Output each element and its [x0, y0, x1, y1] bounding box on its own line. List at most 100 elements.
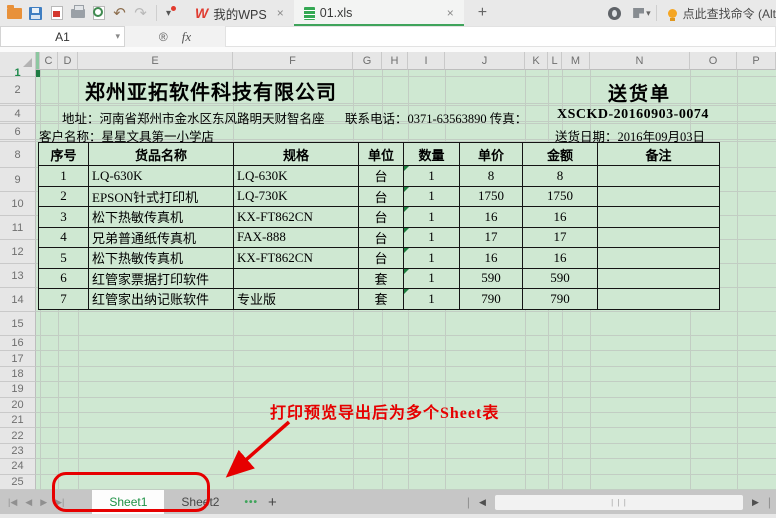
- fx-icon[interactable]: fx: [182, 29, 191, 45]
- cell[interactable]: 590: [460, 268, 523, 289]
- column-header-k[interactable]: K: [525, 52, 548, 70]
- col-header[interactable]: 单位: [359, 143, 404, 166]
- formula-input[interactable]: [225, 26, 776, 47]
- cell[interactable]: 16: [460, 207, 523, 228]
- row-header[interactable]: 4: [0, 106, 36, 122]
- next-sheet-icon[interactable]: ▶: [40, 497, 47, 508]
- scroll-left-icon[interactable]: ◀: [479, 497, 486, 508]
- row-header[interactable]: 11: [0, 216, 36, 240]
- row-header[interactable]: 19: [0, 382, 36, 397]
- column-header-i[interactable]: I: [408, 52, 445, 70]
- cell[interactable]: 16: [523, 207, 598, 228]
- cell[interactable]: 1: [404, 227, 460, 248]
- name-box-caret-icon[interactable]: ▾: [115, 31, 120, 42]
- cell[interactable]: KX-FT862CN: [234, 248, 359, 269]
- cell[interactable]: LQ-730K: [234, 186, 359, 207]
- row-header[interactable]: 24: [0, 459, 36, 474]
- cell[interactable]: 4: [39, 227, 89, 248]
- row-header[interactable]: 1: [0, 70, 36, 77]
- column-header-e[interactable]: E: [78, 52, 233, 70]
- form-title[interactable]: 送货单: [608, 79, 671, 106]
- tab-01-xls[interactable]: 01.xls ×: [294, 0, 464, 26]
- more-sheets-icon[interactable]: •••: [244, 497, 258, 508]
- row-header[interactable]: 22: [0, 428, 36, 443]
- close-tab-icon[interactable]: ×: [277, 6, 284, 20]
- address-line[interactable]: 地址：河南省郑州市金水区东风路明天财智名座: [62, 108, 325, 127]
- row-header[interactable]: 21: [0, 413, 36, 428]
- company-name[interactable]: 郑州亚拓软件科技有限公司: [85, 76, 337, 105]
- row-header[interactable]: 18: [0, 367, 36, 382]
- cell[interactable]: EPSON针式打印机: [89, 186, 234, 207]
- cell[interactable]: 1: [404, 207, 460, 228]
- cell[interactable]: [598, 166, 720, 187]
- column-header-h[interactable]: H: [382, 52, 408, 70]
- order-number[interactable]: XSCKD-20160903-0074: [557, 107, 709, 123]
- cell[interactable]: 红管家票据打印软件: [89, 268, 234, 289]
- add-sheet-button[interactable]: +: [268, 494, 277, 511]
- cell[interactable]: 1750: [523, 186, 598, 207]
- selected-cell-a1[interactable]: [36, 70, 40, 77]
- cell[interactable]: [598, 186, 720, 207]
- cell[interactable]: 790: [460, 289, 523, 310]
- open-file-icon[interactable]: [4, 2, 25, 24]
- cell[interactable]: [234, 268, 359, 289]
- cell[interactable]: [598, 207, 720, 228]
- cell-grid[interactable]: 郑州亚拓软件科技有限公司 送货单 地址：河南省郑州市金水区东风路明天财智名座 联…: [36, 70, 776, 490]
- row-header[interactable]: 20: [0, 398, 36, 413]
- col-header[interactable]: 单价: [460, 143, 523, 166]
- row-header[interactable]: 8: [0, 142, 36, 168]
- cell[interactable]: KX-FT862CN: [234, 207, 359, 228]
- column-header-o[interactable]: O: [690, 52, 737, 70]
- cell[interactable]: 16: [523, 248, 598, 269]
- cell[interactable]: 台: [359, 186, 404, 207]
- cell[interactable]: 红管家出纳记账软件: [89, 289, 234, 310]
- col-header[interactable]: 备注: [598, 143, 720, 166]
- cell[interactable]: 1: [404, 268, 460, 289]
- tab-my-wps[interactable]: W 我的WPS ×: [185, 0, 294, 26]
- cell[interactable]: 17: [523, 227, 598, 248]
- cell[interactable]: 790: [523, 289, 598, 310]
- cell[interactable]: [598, 248, 720, 269]
- row-header[interactable]: 23: [0, 444, 36, 459]
- col-header[interactable]: 序号: [39, 143, 89, 166]
- col-header[interactable]: 金额: [523, 143, 598, 166]
- column-header-c[interactable]: C: [40, 52, 58, 70]
- share-menu[interactable]: ▾: [633, 8, 651, 19]
- column-header-p[interactable]: P: [737, 52, 776, 70]
- cell[interactable]: FAX-888: [234, 227, 359, 248]
- column-header-j[interactable]: J: [445, 52, 525, 70]
- print-icon[interactable]: [67, 2, 88, 24]
- customize-toolbar-caret-icon[interactable]: ▾: [162, 8, 175, 19]
- row-header[interactable]: 16: [0, 336, 36, 351]
- cell[interactable]: 8: [460, 166, 523, 187]
- column-header-f[interactable]: F: [233, 52, 353, 70]
- row-header[interactable]: 14: [0, 288, 36, 312]
- cell[interactable]: 1: [404, 166, 460, 187]
- export-pdf-icon[interactable]: [46, 2, 67, 24]
- cell[interactable]: [598, 268, 720, 289]
- col-header[interactable]: 货品名称: [89, 143, 234, 166]
- row-header[interactable]: 13: [0, 264, 36, 288]
- cell[interactable]: 台: [359, 248, 404, 269]
- cell[interactable]: 松下热敏传真机: [89, 207, 234, 228]
- cell[interactable]: 1750: [460, 186, 523, 207]
- contact-line[interactable]: 联系电话：0371-63563890 传真：: [345, 108, 527, 127]
- cell[interactable]: 16: [460, 248, 523, 269]
- cell[interactable]: 8: [523, 166, 598, 187]
- row-header[interactable]: 15: [0, 312, 36, 336]
- cell[interactable]: [598, 289, 720, 310]
- cell[interactable]: 590: [523, 268, 598, 289]
- row-header[interactable]: 25: [0, 475, 36, 490]
- scroll-right-icon[interactable]: ▶: [752, 497, 759, 508]
- redo-icon[interactable]: ↷: [130, 2, 151, 24]
- col-header[interactable]: 数量: [404, 143, 460, 166]
- new-tab-button[interactable]: +: [478, 4, 487, 22]
- cell[interactable]: 2: [39, 186, 89, 207]
- cell[interactable]: 3: [39, 207, 89, 228]
- column-header-d[interactable]: D: [58, 52, 78, 70]
- cell[interactable]: LQ-630K: [234, 166, 359, 187]
- cell[interactable]: 1: [404, 289, 460, 310]
- column-header-m[interactable]: M: [562, 52, 590, 70]
- print-preview-icon[interactable]: [88, 2, 109, 24]
- row-header[interactable]: 9: [0, 168, 36, 192]
